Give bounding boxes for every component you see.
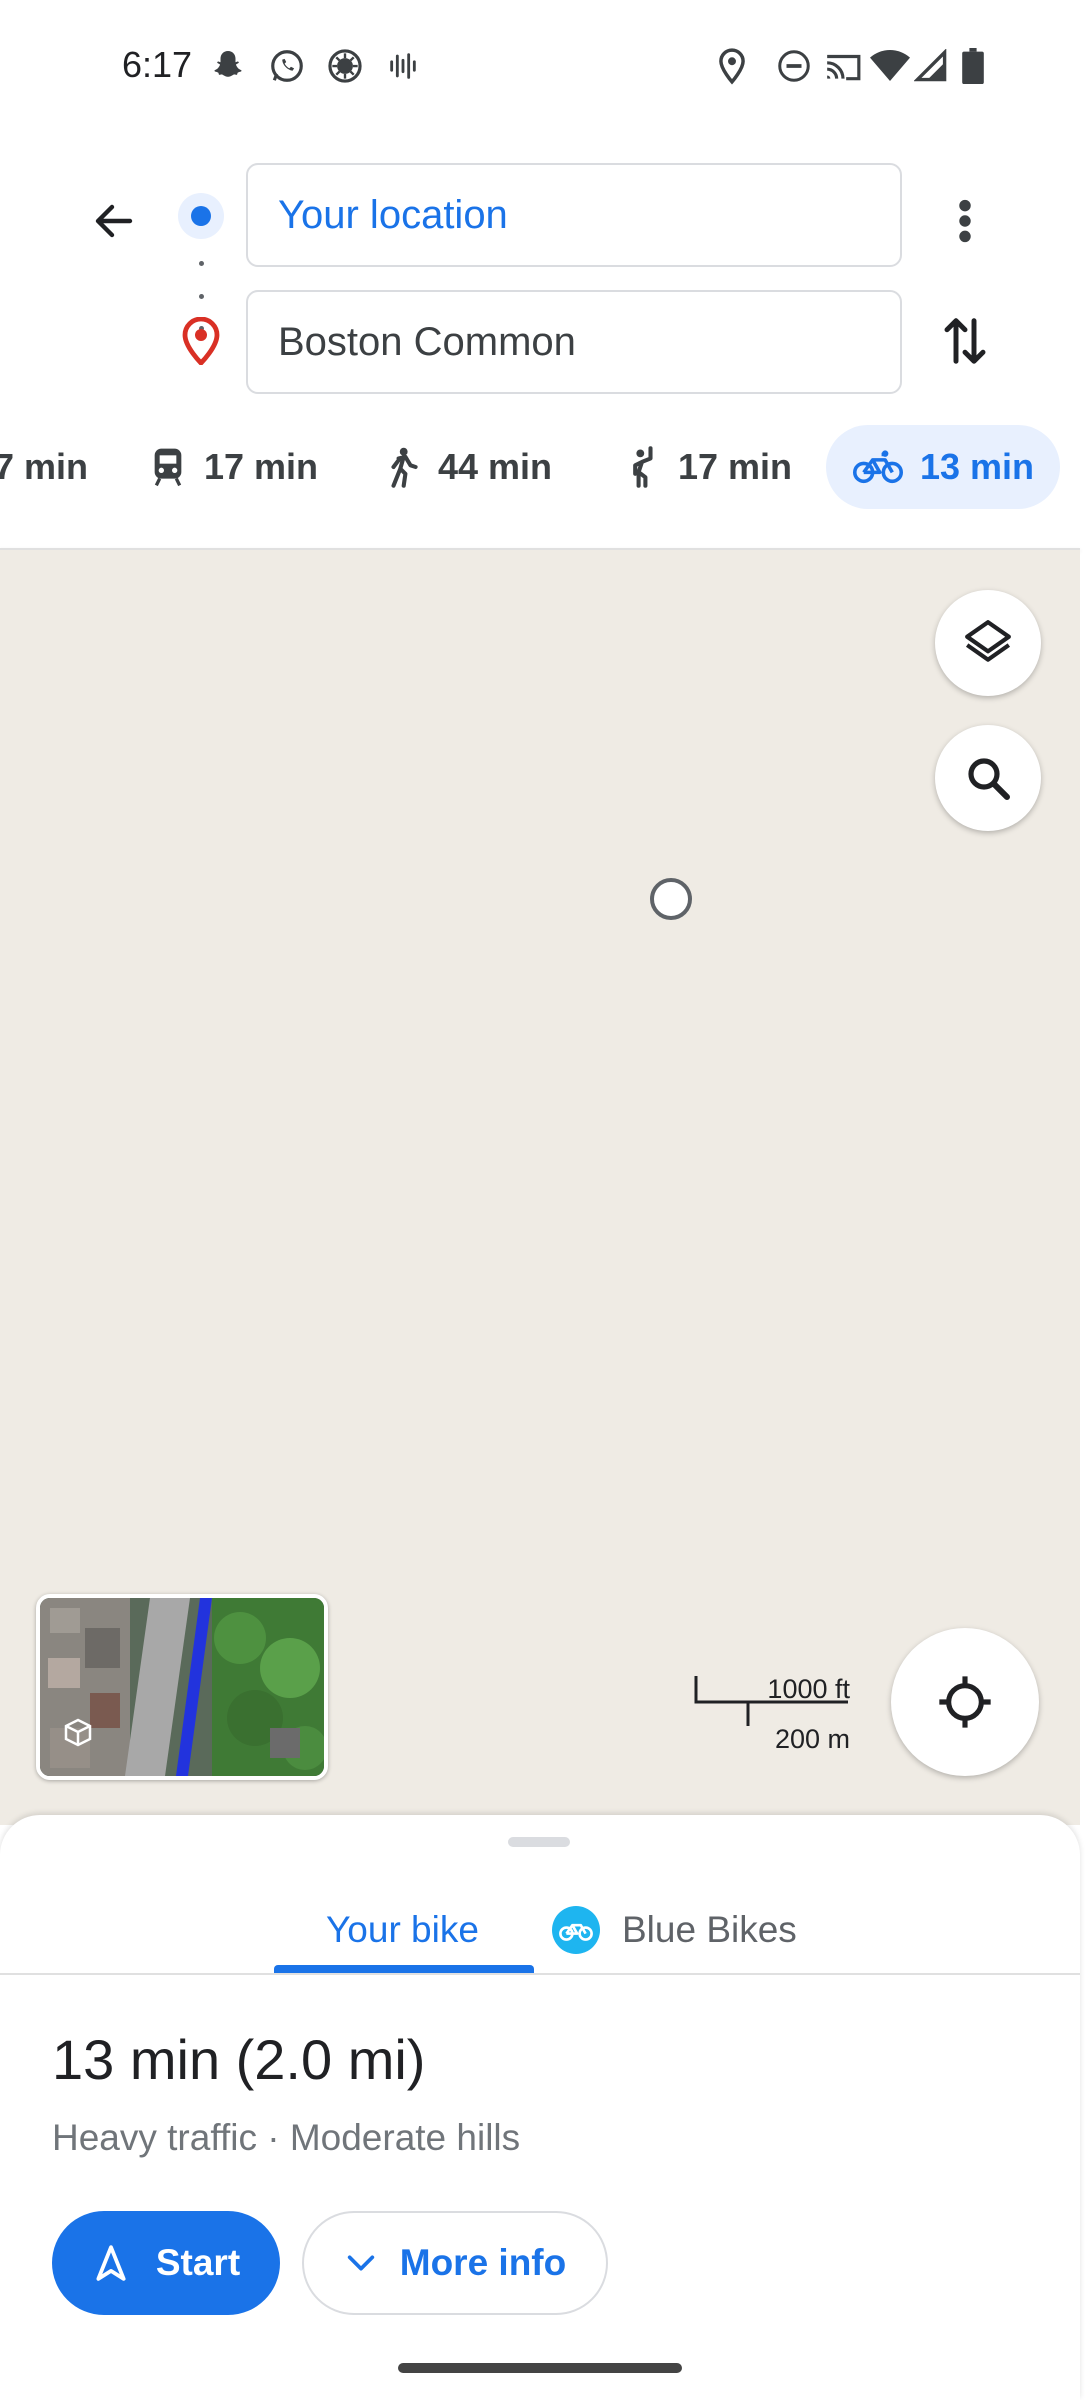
swap-button[interactable]: [930, 305, 1000, 377]
mode-walk[interactable]: 44 min: [382, 425, 552, 509]
mode-drive-label: 7 min: [0, 446, 89, 487]
walk-icon: [382, 447, 422, 488]
travel-mode-bar: 7 min 17 min 44 min 17 min 13 min: [0, 425, 1080, 517]
swap-vertical-icon: [944, 318, 986, 364]
my-location-icon: [939, 1676, 991, 1728]
cast-icon: [824, 46, 862, 86]
location-icon: [716, 46, 748, 86]
tab-divider: [0, 1973, 1080, 1975]
screen: 6:17 Your location Boston Common 7 min 1…: [0, 0, 1088, 2400]
route-duration: 13 min (2.0 mi): [52, 2028, 426, 2091]
voice-icon: [388, 46, 418, 86]
layers-button[interactable]: [935, 590, 1041, 696]
my-location-button[interactable]: [891, 1628, 1039, 1776]
home-indicator[interactable]: [398, 2363, 682, 2373]
tab-blue-bikes-label: Blue Bikes: [622, 1909, 797, 1950]
origin-input[interactable]: Your location: [246, 163, 902, 267]
more-vert-icon: [959, 199, 971, 243]
aerial-preview-thumbnail[interactable]: [36, 1594, 328, 1780]
navigation-arrow-icon: [96, 2245, 126, 2281]
aerial-photo-image: [40, 1598, 324, 1776]
mode-transit[interactable]: 17 min: [148, 425, 318, 509]
mode-bike-label: 13 min: [920, 446, 1035, 487]
status-bar: 6:17: [0, 0, 1080, 135]
mode-rideshare-label: 17 min: [678, 446, 793, 487]
start-button-label: Start: [155, 2242, 241, 2283]
chevron-down-icon: [347, 2255, 374, 2271]
whatsapp-icon: [268, 46, 306, 86]
more-info-button[interactable]: More info: [302, 2211, 608, 2315]
more-options-button[interactable]: [930, 185, 1000, 257]
layers-icon: [965, 620, 1011, 662]
mode-walk-label: 44 min: [438, 446, 553, 487]
sheet-drag-handle[interactable]: [508, 1837, 570, 1847]
mode-rideshare[interactable]: 17 min: [622, 425, 792, 509]
route-details: Heavy traffic · Moderate hills: [52, 2117, 521, 2158]
map-location-marker: [650, 878, 692, 920]
wifi-icon: [870, 46, 910, 86]
status-time: 6:17: [122, 44, 193, 85]
origin-dot-icon: [178, 193, 224, 239]
mode-bike[interactable]: 13 min: [826, 425, 1061, 509]
app-icon: [326, 46, 364, 86]
bike-icon: [852, 447, 904, 487]
hail-icon: [622, 446, 662, 488]
mode-transit-label: 17 min: [204, 446, 319, 487]
tab-your-bike-label: Your bike: [326, 1909, 479, 1950]
battery-icon: [962, 46, 984, 86]
directions-panel: Your location Boston Common 7 min 17 min: [0, 135, 1080, 550]
snapchat-icon: [210, 46, 246, 86]
blue-bikes-icon: [552, 1906, 600, 1954]
route-bottom-sheet: Your bike Blue Bikes 13 min (2.0 mi) Hea…: [0, 1815, 1080, 2400]
search-icon: [968, 758, 1010, 800]
signal-icon: [914, 46, 948, 86]
start-button[interactable]: Start: [52, 2211, 280, 2315]
active-tab-indicator: [274, 1965, 534, 1973]
more-info-button-label: More info: [399, 2242, 567, 2283]
scale-feet: 1000 ft: [767, 1674, 850, 1704]
map-view[interactable]: 1000 ft 200 m: [0, 550, 1080, 1825]
destination-input[interactable]: Boston Common: [246, 290, 902, 394]
tab-blue-bikes[interactable]: Blue Bikes: [552, 1895, 797, 1965]
destination-pin-icon: [181, 316, 221, 367]
tab-your-bike[interactable]: Your bike: [326, 1895, 479, 1965]
train-icon: [148, 447, 188, 487]
do-not-disturb-icon: [776, 46, 812, 86]
back-arrow-icon: [95, 204, 133, 238]
map-scale: 1000 ft 200 m: [694, 1674, 854, 1754]
search-along-route-button[interactable]: [935, 725, 1041, 831]
back-button[interactable]: [78, 185, 150, 257]
scale-meters: 200 m: [774, 1724, 850, 1754]
mode-drive[interactable]: 7 min: [0, 425, 88, 509]
